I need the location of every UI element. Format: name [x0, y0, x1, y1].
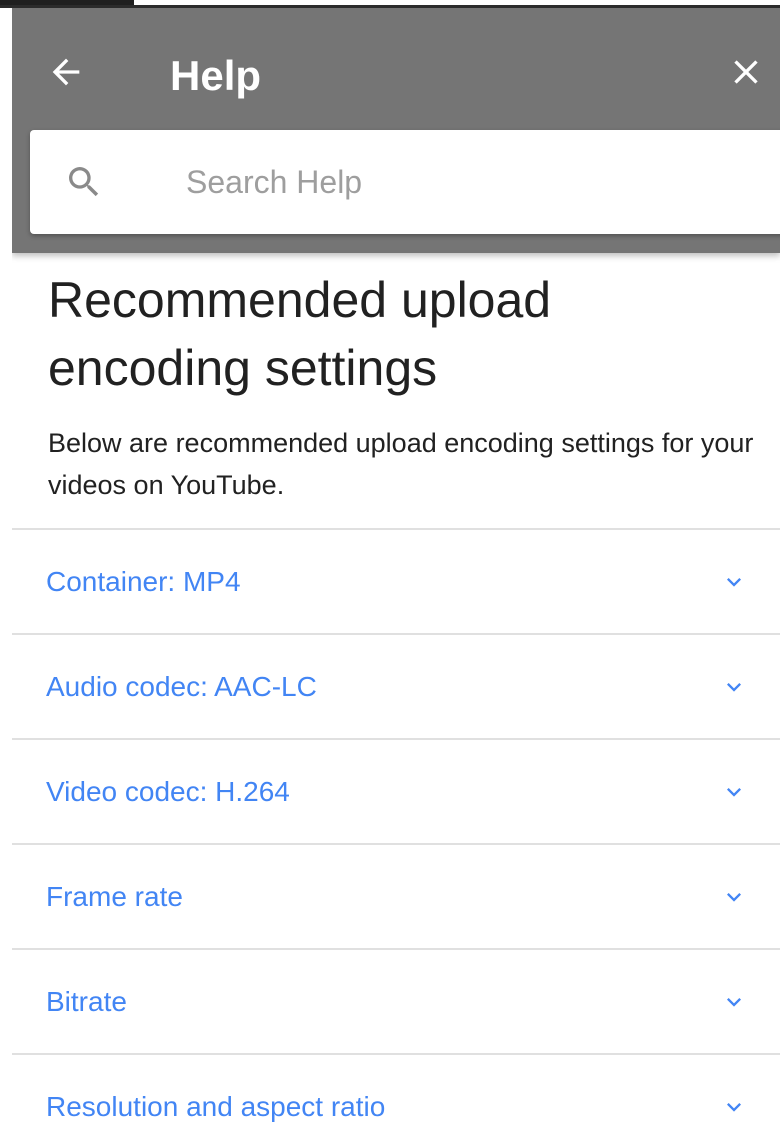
settings-accordion: Container: MP4 Audio codec: AAC-LC Video… [12, 528, 780, 1146]
help-header: Help [12, 8, 780, 253]
accordion-item-resolution[interactable]: Resolution and aspect ratio [12, 1055, 780, 1146]
header-title: Help [170, 52, 262, 99]
search-input[interactable] [186, 154, 746, 210]
arrow-back-icon [52, 58, 80, 86]
chevron-down-icon [727, 788, 741, 797]
chevron-down-icon [727, 998, 741, 1007]
chevron-down-icon [727, 893, 741, 902]
close-icon [734, 60, 758, 84]
search-icon [69, 167, 99, 197]
accordion-item-label: Bitrate [46, 986, 127, 1017]
accordion-item-label: Video codec: H.264 [46, 776, 290, 807]
chevron-down-icon [727, 1103, 741, 1112]
accordion-item-frame-rate[interactable]: Frame rate [12, 845, 780, 950]
accordion-item-label: Audio codec: AAC-LC [46, 671, 317, 702]
accordion-item-container[interactable]: Container: MP4 [12, 530, 780, 635]
chevron-down-icon [727, 683, 741, 692]
accordion-item-audio-codec[interactable]: Audio codec: AAC-LC [12, 635, 780, 740]
accordion-item-label: Frame rate [46, 881, 183, 912]
accordion-item-label: Resolution and aspect ratio [46, 1091, 386, 1122]
close-button[interactable] [720, 46, 772, 98]
article-title: Recommended upload encoding settings [48, 272, 552, 396]
chevron-down-icon [727, 578, 741, 587]
back-button[interactable] [40, 46, 92, 98]
search-box[interactable] [30, 130, 780, 234]
help-panel: Help Recommended upload encoding setting… [12, 8, 780, 1146]
window-top-strip [0, 0, 780, 8]
article-description: Below are recommended upload encoding se… [48, 428, 754, 500]
accordion-item-label: Container: MP4 [46, 566, 241, 597]
accordion-item-bitrate[interactable]: Bitrate [12, 950, 780, 1055]
accordion-item-video-codec[interactable]: Video codec: H.264 [12, 740, 780, 845]
